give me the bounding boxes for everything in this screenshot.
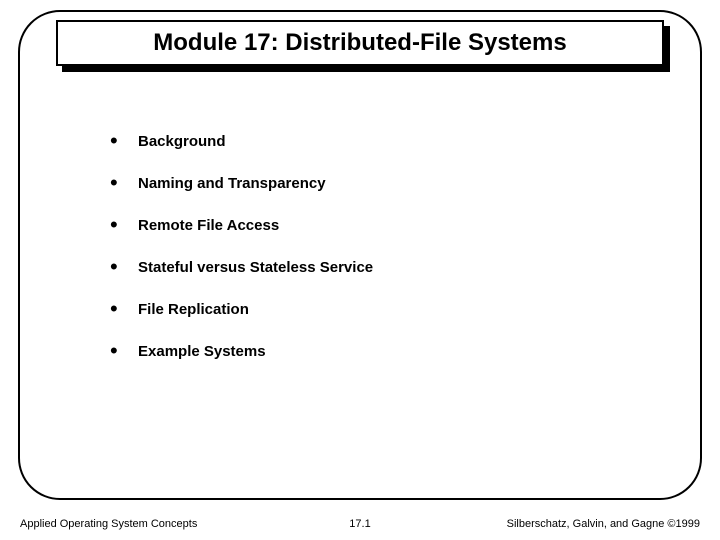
slide-title: Module 17: Distributed-File Systems [153,29,566,57]
list-item: • Stateful versus Stateless Service [110,256,630,278]
bullet-icon: • [110,340,138,362]
bullet-text: Background [138,133,226,150]
bullet-text: Example Systems [138,343,266,360]
list-item: • Background [110,130,630,152]
footer-page-number: 17.1 [349,518,370,530]
list-item: • Remote File Access [110,214,630,236]
list-item: • Naming and Transparency [110,172,630,194]
bullet-text: Remote File Access [138,217,279,234]
bullet-icon: • [110,298,138,320]
list-item: • File Replication [110,298,630,320]
bullet-icon: • [110,214,138,236]
footer: Applied Operating System Concepts 17.1 S… [0,518,720,530]
bullet-text: Stateful versus Stateless Service [138,259,373,276]
bullet-icon: • [110,256,138,278]
bullet-list: • Background • Naming and Transparency •… [110,130,630,382]
list-item: • Example Systems [110,340,630,362]
footer-left: Applied Operating System Concepts [20,518,349,530]
bullet-icon: • [110,172,138,194]
footer-right: Silberschatz, Galvin, and Gagne ©1999 [371,518,700,530]
title-box: Module 17: Distributed-File Systems [56,20,664,66]
bullet-icon: • [110,130,138,152]
bullet-text: File Replication [138,301,249,318]
bullet-text: Naming and Transparency [138,175,326,192]
